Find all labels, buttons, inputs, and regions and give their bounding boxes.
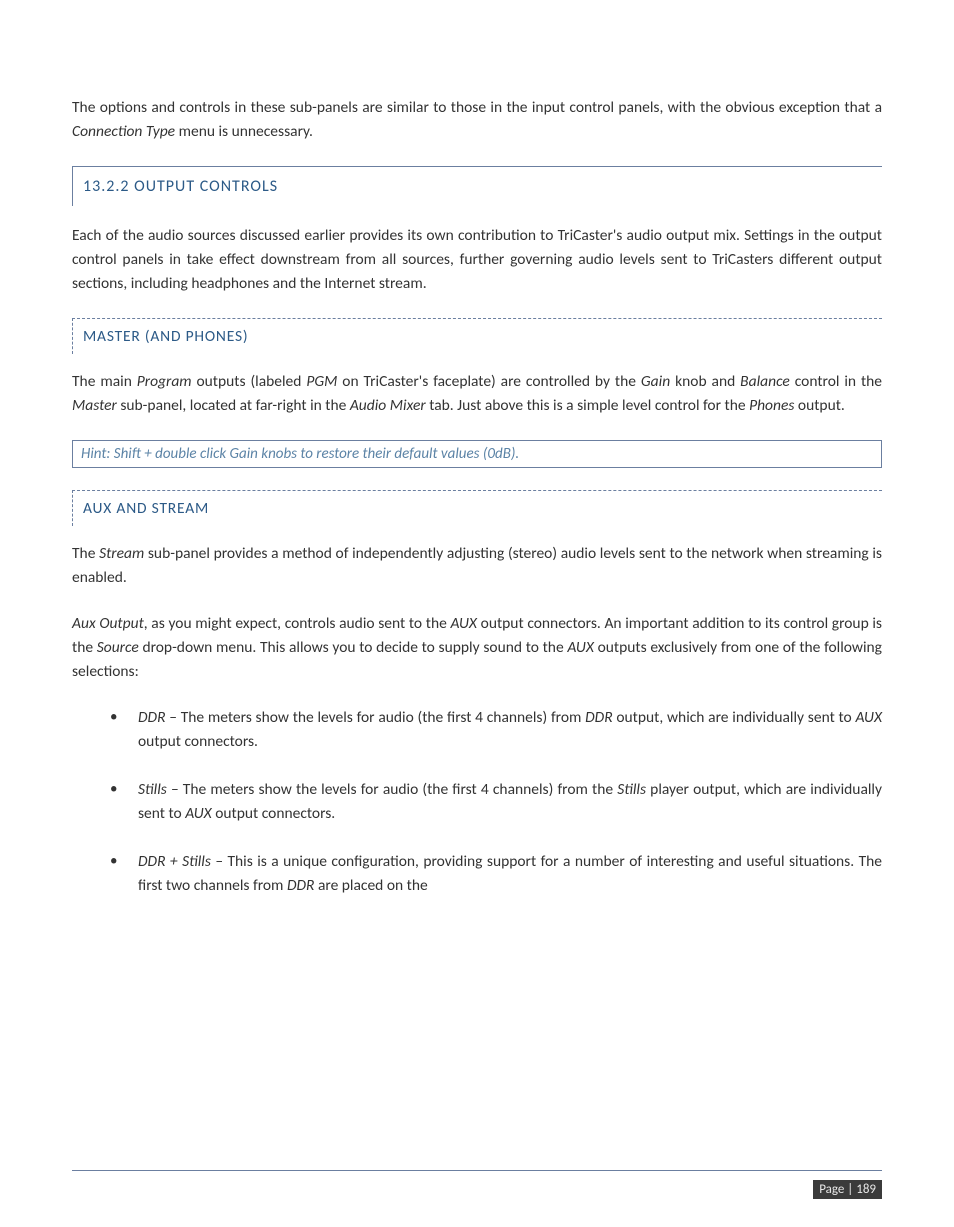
aux-options-list: DDR – The meters show the levels for aud… bbox=[110, 706, 882, 898]
output-paragraph: Each of the audio sources discussed earl… bbox=[72, 224, 882, 296]
page-number-badge: Page | 189 bbox=[813, 1180, 882, 1199]
heading-master: MASTER (AND PHONES) bbox=[72, 318, 882, 354]
list-item: DDR – The meters show the levels for aud… bbox=[110, 706, 882, 754]
heading-aux-stream: AUX AND STREAM bbox=[72, 490, 882, 526]
aux-paragraph: Aux Output, as you might expect, control… bbox=[72, 612, 882, 684]
stream-paragraph: The Stream sub-panel provides a method o… bbox=[72, 542, 882, 590]
list-item: Stills – The meters show the levels for … bbox=[110, 778, 882, 826]
footer-rule bbox=[72, 1170, 882, 1171]
hint-box: Hint: Shift + double click Gain knobs to… bbox=[72, 440, 882, 468]
list-item: DDR + Stills – This is a unique configur… bbox=[110, 850, 882, 898]
intro-paragraph: The options and controls in these sub-pa… bbox=[72, 96, 882, 144]
heading-output-controls: 13.2.2 OUTPUT CONTROLS bbox=[72, 166, 882, 206]
master-paragraph: The main Program outputs (labeled PGM on… bbox=[72, 370, 882, 418]
